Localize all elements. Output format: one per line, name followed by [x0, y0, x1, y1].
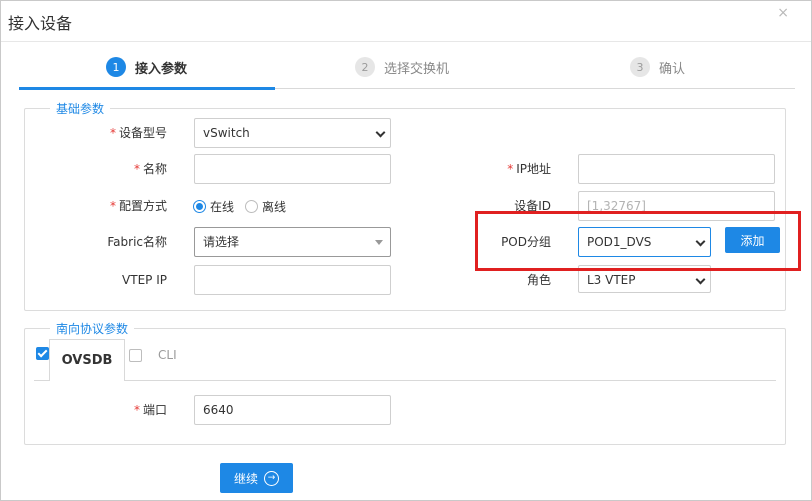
name-input[interactable]: [194, 154, 391, 184]
port-label: * 端口: [133, 403, 167, 417]
step-label: 确认: [659, 61, 686, 77]
highlight-box: [475, 211, 801, 271]
step-label: 接入参数: [135, 61, 188, 77]
header-divider: [1, 41, 811, 42]
radio-online[interactable]: 在线: [193, 198, 234, 215]
step-confirm[interactable]: 3 确认: [630, 57, 685, 77]
radio-offline[interactable]: 离线: [245, 198, 286, 215]
chevron-down-icon: [695, 274, 706, 285]
ip-label: * IP地址: [507, 162, 551, 176]
tab-cli[interactable]: CLI: [158, 348, 177, 362]
continue-button[interactable]: 继续 →: [220, 463, 293, 493]
vtep-ip-label: VTEP IP: [122, 273, 167, 287]
radio-unselected-icon: [245, 200, 258, 213]
fabric-select[interactable]: 请选择: [194, 227, 391, 257]
step-number: 2: [355, 57, 375, 77]
chevron-down-icon: [375, 127, 386, 138]
tab-divider: [34, 380, 776, 381]
config-mode-label: * 配置方式: [109, 199, 167, 213]
radio-selected-icon: [193, 200, 206, 213]
wizard-steps: 1 接入参数 2 选择交换机 3 确认: [19, 51, 795, 90]
close-icon[interactable]: ×: [777, 5, 789, 21]
ovsdb-checkbox[interactable]: [36, 347, 49, 360]
continue-label: 继续: [233, 471, 258, 486]
southbound-params-legend: 南向协议参数: [50, 320, 135, 337]
basic-params-legend: 基础参数: [50, 100, 111, 117]
caret-down-icon: [375, 240, 383, 245]
step-number: 3: [630, 57, 650, 77]
port-input[interactable]: 6640: [194, 395, 391, 425]
role-label: 角色: [526, 273, 551, 287]
tab-ovsdb[interactable]: OVSDB: [49, 339, 125, 381]
fabric-label: Fabric名称: [107, 235, 167, 249]
step-select-switch[interactable]: 2 选择交换机: [355, 57, 449, 77]
ip-input[interactable]: [578, 154, 775, 184]
dialog-title: 接入设备: [8, 14, 73, 33]
arrow-right-icon: →: [264, 470, 279, 486]
step-label: 选择交换机: [384, 61, 450, 77]
southbound-params-fieldset: 南向协议参数: [24, 320, 786, 445]
device-model-select[interactable]: vSwitch: [194, 118, 391, 148]
step-number: 1: [106, 57, 126, 77]
add-device-dialog: 接入设备 × 1 接入参数 2 选择交换机 3 确认 基础参数 * 设备型号 vS…: [0, 0, 812, 501]
vtep-ip-input[interactable]: [194, 265, 391, 295]
active-step-underline: [19, 87, 275, 90]
name-label: * 名称: [133, 162, 167, 176]
cli-checkbox[interactable]: [129, 349, 142, 362]
step-access-params[interactable]: 1 接入参数: [106, 57, 187, 77]
device-model-label: * 设备型号: [109, 126, 167, 140]
